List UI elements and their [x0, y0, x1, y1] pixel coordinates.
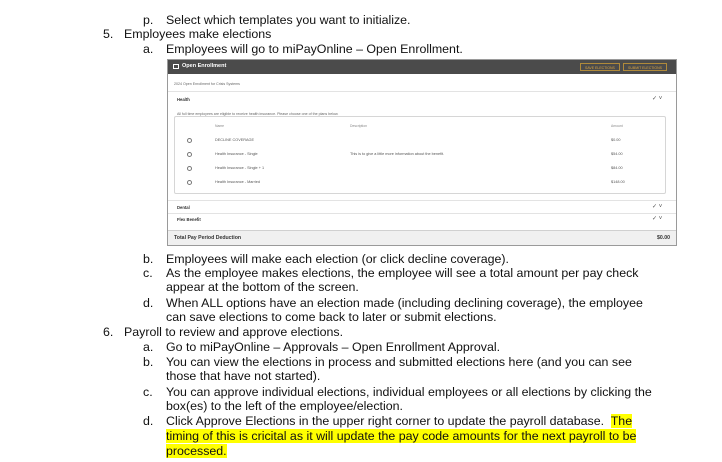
step-6d-marker: d. [143, 414, 154, 428]
step-6d-line2-highlight: timing of this is cricital as it will up… [166, 429, 637, 443]
submit-elections-button[interactable]: SUBMIT ELECTIONS [623, 63, 667, 71]
col-name-header: Name [215, 124, 225, 128]
divider [168, 213, 676, 214]
flex-expand-icon[interactable]: ✓ ˅ [652, 215, 662, 222]
step-5a-text: Employees will go to miPayOnline – Open … [166, 42, 463, 56]
plan-radio[interactable] [187, 180, 192, 185]
step-5c-line1: As the employee makes elections, the emp… [166, 266, 639, 280]
step-5b-marker: b. [143, 252, 154, 266]
step-6d-line1-highlight: The [610, 414, 633, 428]
step-6d-line3: processed. [166, 444, 227, 458]
total-footer: Total Pay Period Deduction $0.00 [168, 230, 676, 245]
item-p-text: Select which templates you want to initi… [166, 13, 411, 27]
step-6-text: Payroll to review and approve elections. [124, 325, 344, 339]
plan-name: Health Insurance - Single [215, 152, 258, 156]
window-icon [173, 64, 179, 69]
step-6d-line3-highlight: processed. [166, 444, 227, 458]
plan-radio[interactable] [187, 166, 192, 171]
col-amount-header: Amount [611, 124, 623, 128]
step-5b-text: Employees will make each election (or cl… [166, 252, 509, 266]
plan-radio[interactable] [187, 138, 192, 143]
enrollment-subtitle: 2024 Open Enrollment for Crisis Systems [174, 82, 240, 86]
plan-name: Health Insurance - Married [215, 180, 260, 184]
step-5-text: Employees make elections [124, 27, 272, 41]
step-6-marker: 6. [103, 325, 114, 339]
step-5-marker: 5. [103, 27, 114, 41]
plan-name: Health Insurance - Single + 1 [215, 166, 265, 170]
plans-table: Name Description Amount DECLINE COVERAGE… [174, 116, 666, 194]
step-6a-text: Go to miPayOnline – Approvals – Open Enr… [166, 340, 501, 354]
screenshot-header: Open Enrollment SAVE ELECTIONS SUBMIT EL… [168, 60, 676, 74]
health-section-label: Health [177, 97, 190, 102]
step-5d-marker: d. [143, 296, 154, 310]
step-5d-line2: can save elections to come back to later… [166, 310, 497, 324]
total-amount: $0.00 [657, 235, 670, 241]
plan-radio[interactable] [187, 152, 192, 157]
step-6d-line2: timing of this is cricital as it will up… [166, 429, 637, 443]
step-6a-marker: a. [143, 340, 154, 354]
step-6c-marker: c. [143, 385, 153, 399]
step-6b-marker: b. [143, 355, 154, 369]
screenshot-title: Open Enrollment [182, 63, 227, 69]
divider [168, 200, 676, 201]
plan-name: DECLINE COVERAGE [215, 138, 255, 142]
step-6c-line1: You can approve individual elections, in… [166, 385, 652, 399]
open-enrollment-screenshot: Open Enrollment SAVE ELECTIONS SUBMIT EL… [167, 59, 677, 246]
total-label: Total Pay Period Deduction [174, 235, 242, 241]
step-6b-line1: You can view the elections in process an… [166, 355, 632, 369]
step-5c-line2: appear at the bottom of the screen. [166, 280, 359, 294]
divider [168, 91, 676, 92]
plan-amount: $84.00 [611, 166, 623, 170]
step-6d-line1: Click Approve Elections in the upper rig… [166, 414, 633, 428]
step-5a-marker: a. [143, 42, 154, 56]
step-6b-line2: those that have not started). [166, 369, 321, 383]
item-p-marker: p. [143, 13, 154, 27]
dental-section-label: Dental [177, 205, 190, 210]
col-description-header: Description [350, 124, 367, 128]
step-6c-line2: box(es) to the left of the employee/elec… [166, 399, 403, 413]
dental-expand-icon[interactable]: ✓ ˅ [652, 203, 662, 210]
flex-section-label: Flex Benefit [177, 217, 201, 222]
plan-amount: $148.00 [611, 180, 625, 184]
plan-description: This is to give a little more informatio… [350, 152, 445, 156]
plan-amount: $0.00 [611, 138, 621, 142]
save-elections-button[interactable]: SAVE ELECTIONS [580, 63, 620, 71]
step-5d-line1: When ALL options have an election made (… [166, 296, 643, 310]
plan-amount: $54.00 [611, 152, 623, 156]
health-expand-icon[interactable]: ✓ ˅ [652, 95, 662, 102]
step-5c-marker: c. [143, 266, 153, 280]
step-6d-line1-plain: Click Approve Elections in the upper rig… [166, 414, 611, 428]
